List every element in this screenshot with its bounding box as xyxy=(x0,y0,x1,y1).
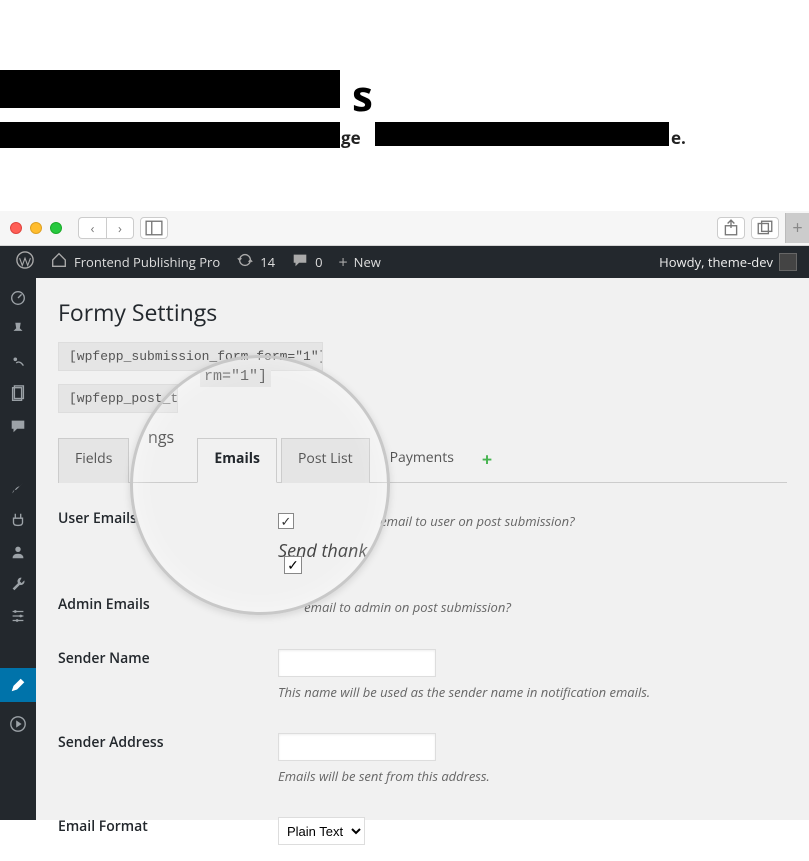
page-title: Formy Settings xyxy=(58,296,787,328)
menu-active-item[interactable] xyxy=(0,668,36,702)
email-format-select[interactable]: Plain Text xyxy=(278,817,365,845)
hero-sub-mid: ge xyxy=(341,126,361,149)
menu-tools[interactable] xyxy=(8,574,28,594)
media-icon xyxy=(9,353,27,371)
settings-content: Formy Settings [wpfepp_submission_form f… xyxy=(36,278,809,820)
menu-pages[interactable] xyxy=(8,384,28,404)
wordpress-icon xyxy=(16,251,34,274)
admin-emails-checkbox[interactable]: ✓ xyxy=(284,556,302,574)
wrench-icon xyxy=(9,575,27,593)
page-icon xyxy=(9,385,27,403)
menu-dashboard[interactable] xyxy=(8,288,28,308)
admin-emails-desc: email to admin on post submission? xyxy=(304,598,511,616)
user-icon xyxy=(9,543,27,561)
sender-name-label: Sender Name xyxy=(58,649,278,701)
sender-address-desc: Emails will be sent from this address. xyxy=(278,767,787,785)
sliders-icon xyxy=(9,607,27,625)
play-icon xyxy=(9,715,27,733)
tabs-icon xyxy=(756,219,774,237)
magnifier-tab-frag: ngs xyxy=(148,426,174,448)
menu-posts[interactable] xyxy=(8,320,28,340)
minimize-dot[interactable] xyxy=(30,222,42,234)
tab-emails[interactable]: Emails xyxy=(197,438,277,483)
share-icon xyxy=(722,219,740,237)
tab-add[interactable]: + xyxy=(474,438,500,482)
magnifier-shortcode-frag: rm="1"] xyxy=(200,366,271,387)
howdy-text: Howdy, theme-dev xyxy=(659,253,773,271)
brush-icon xyxy=(9,479,27,497)
tab-fields[interactable]: Fields xyxy=(58,438,129,483)
nav-back-button[interactable]: ‹ xyxy=(78,217,106,239)
plus-icon: + xyxy=(339,251,348,273)
sidebar-toggle-button[interactable] xyxy=(140,217,168,239)
zoom-dot[interactable] xyxy=(50,222,62,234)
admin-emails-label: Admin Emails xyxy=(58,595,278,617)
sender-name-desc: This name will be used as the sender nam… xyxy=(278,683,787,701)
tabs-button[interactable] xyxy=(751,217,779,239)
plugin-icon xyxy=(9,511,27,529)
menu-appearance[interactable] xyxy=(8,478,28,498)
tab-payments[interactable]: Payments xyxy=(374,438,470,483)
site-link[interactable]: Frontend Publishing Pro xyxy=(42,251,228,274)
new-tab-button[interactable]: + xyxy=(785,213,809,243)
comments-count: 0 xyxy=(315,253,322,271)
wp-admin-menu xyxy=(0,278,36,820)
email-format-label: Email Format xyxy=(58,817,278,845)
wp-admin-bar: Frontend Publishing Pro 14 0 + New Howdy,… xyxy=(0,246,809,278)
menu-settings[interactable] xyxy=(8,606,28,626)
menu-plugins[interactable] xyxy=(8,510,28,530)
pen-icon xyxy=(9,676,27,694)
traffic-lights xyxy=(10,222,62,234)
updates-link[interactable]: 14 xyxy=(228,251,283,274)
sender-name-input[interactable] xyxy=(278,649,436,677)
hero-redaction-2 xyxy=(0,122,340,148)
howdy-account[interactable]: Howdy, theme-dev xyxy=(659,253,801,271)
pin-icon xyxy=(9,321,27,339)
menu-item-last[interactable] xyxy=(8,714,28,734)
menu-media[interactable] xyxy=(8,352,28,372)
site-name: Frontend Publishing Pro xyxy=(74,253,220,271)
home-icon xyxy=(50,251,68,274)
sender-address-label: Sender Address xyxy=(58,733,278,785)
nav-forward-button[interactable]: › xyxy=(106,217,134,239)
user-emails-checkbox[interactable]: ✓ xyxy=(278,513,294,529)
updates-count: 14 xyxy=(260,253,275,271)
user-emails-big-desc: Send thank xyxy=(278,539,787,563)
user-emails-desc: email to user on post submission? xyxy=(380,512,575,530)
hero-sub-end: e. xyxy=(671,126,686,149)
new-link[interactable]: + New xyxy=(331,251,389,273)
dashboard-icon xyxy=(9,289,27,307)
comment-icon xyxy=(291,251,309,274)
avatar xyxy=(779,253,797,271)
tab-post-list[interactable]: Post List xyxy=(281,438,370,483)
new-label: New xyxy=(354,253,381,271)
comments-link[interactable]: 0 xyxy=(283,251,330,274)
shortcode-2[interactable]: [wpfepp_post_tab' xyxy=(58,384,178,413)
hero-title-suffix: s xyxy=(352,67,373,124)
wp-logo[interactable] xyxy=(8,251,42,274)
sender-address-input[interactable] xyxy=(278,733,436,761)
refresh-icon xyxy=(236,251,254,274)
menu-users[interactable] xyxy=(8,542,28,562)
menu-comments[interactable] xyxy=(8,416,28,436)
hero-redaction-1 xyxy=(0,70,340,108)
user-emails-label: User Emails xyxy=(58,509,278,563)
close-dot[interactable] xyxy=(10,222,22,234)
comments-icon xyxy=(9,417,27,435)
sidebar-icon xyxy=(145,219,163,237)
hero-redaction-3 xyxy=(375,122,669,146)
browser-toolbar: ‹ › + xyxy=(0,211,809,246)
shortcode-1[interactable]: [wpfepp_submission_form form="1"] xyxy=(58,342,323,371)
share-button[interactable] xyxy=(717,217,745,239)
